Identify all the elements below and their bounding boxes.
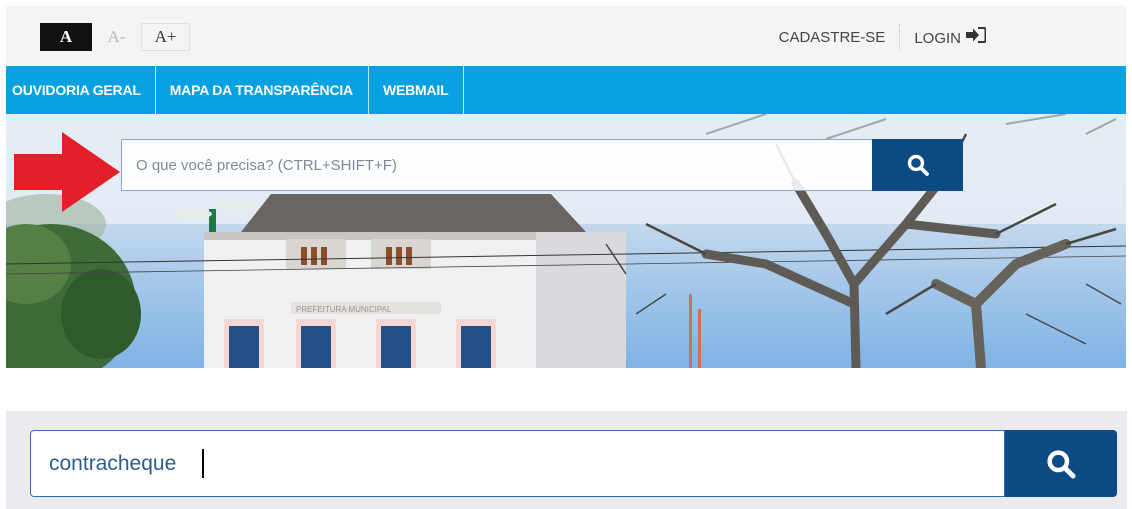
search-icon	[1047, 449, 1076, 479]
search-button[interactable]	[872, 139, 963, 191]
search-example-screenshot	[6, 411, 1127, 509]
register-link[interactable]: CADASTRE-SE	[779, 29, 886, 46]
divider	[899, 24, 901, 50]
font-increase-button[interactable]: A+	[141, 23, 190, 51]
nav-item-webmail[interactable]: WEBMAIL	[369, 66, 465, 114]
search-input-filled[interactable]	[30, 430, 1005, 497]
utility-bar: A A- A+ CADASTRE-SE LOGIN	[6, 6, 1126, 66]
text-cursor	[202, 449, 204, 478]
account-links: CADASTRE-SE LOGIN	[779, 23, 986, 51]
search-input[interactable]	[121, 139, 873, 191]
search-icon	[907, 154, 929, 176]
font-normal-button[interactable]: A	[40, 23, 92, 51]
main-nav: OUVIDORIA GERAL MAPA DA TRANSPARÊNCIA WE…	[6, 66, 1126, 114]
building-sign: PREFEITURA MUNICIPAL	[296, 305, 392, 314]
search-button-large[interactable]	[1005, 430, 1117, 497]
site-header-screenshot: A A- A+ CADASTRE-SE LOGIN OUVIDORIA GERA…	[6, 6, 1126, 368]
site-search-filled	[30, 430, 1117, 497]
site-search	[121, 139, 963, 191]
login-label: LOGIN	[914, 30, 961, 47]
login-link[interactable]: LOGIN	[914, 27, 986, 47]
nav-item-mapa-transparencia[interactable]: MAPA DA TRANSPARÊNCIA	[156, 66, 369, 114]
nav-item-ouvidoria[interactable]: OUVIDORIA GERAL	[6, 66, 156, 114]
font-decrease-button[interactable]: A-	[92, 23, 141, 51]
font-size-controls: A A- A+	[40, 23, 190, 51]
red-arrow-pointer	[14, 132, 120, 212]
sign-in-icon	[966, 27, 986, 43]
